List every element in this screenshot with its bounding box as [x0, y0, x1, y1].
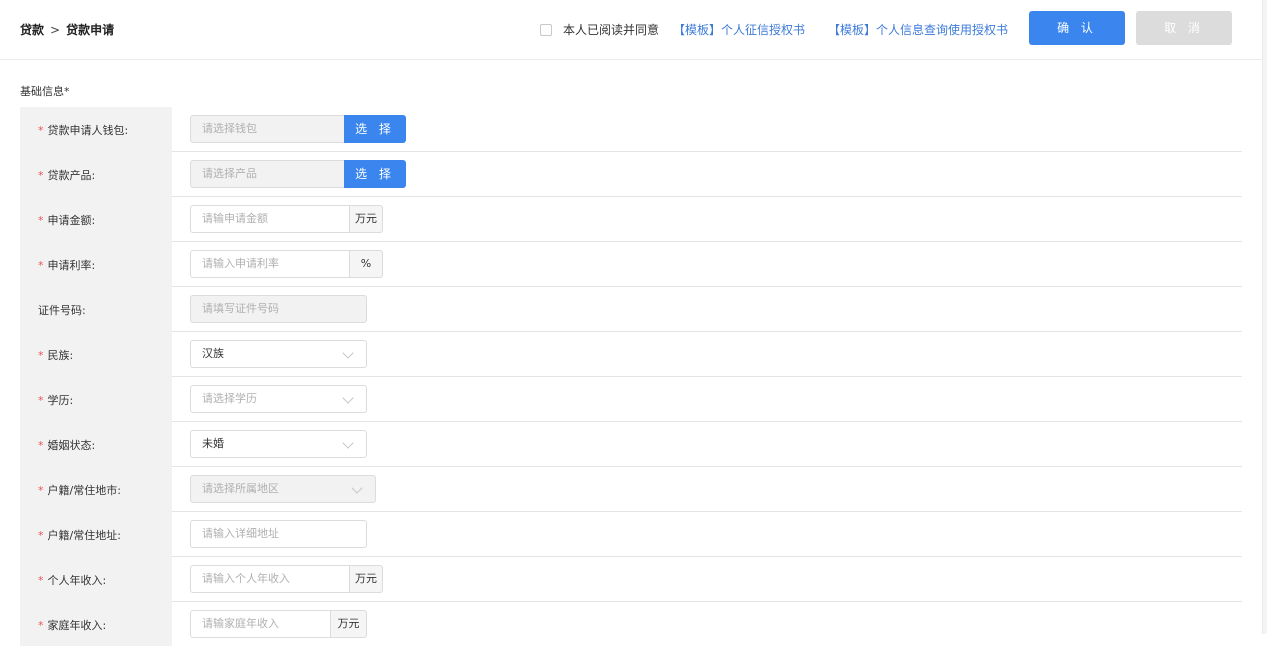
- form-row-family-income: * 家庭年收入: 请输家庭年收入 万元: [20, 602, 1242, 646]
- required-mark: *: [38, 439, 44, 452]
- form-row-rate: * 申请利率: 请输入申请利率 %: [20, 242, 1242, 287]
- required-mark: *: [38, 259, 44, 272]
- rate-input[interactable]: 请输入申请利率: [190, 250, 350, 278]
- agree-text: 本人已阅读并同意: [563, 23, 660, 37]
- amount-label: * 申请金额:: [38, 214, 96, 227]
- address-label: * 户籍/常住地址:: [38, 529, 121, 542]
- id-number-input[interactable]: 请填写证件号码: [190, 295, 367, 323]
- form-row-address: * 户籍/常住地址: 请输入详细地址: [20, 512, 1242, 557]
- top-bar: 贷款 > 贷款申请 本人已阅读并同意 【模板】个人征信授权书 【模板】个人信息查询使…: [0, 0, 1262, 60]
- agreement: 本人已阅读并同意: [540, 21, 659, 38]
- required-mark: *: [38, 529, 44, 542]
- breadcrumb-separator: >: [50, 23, 61, 37]
- product-select-button[interactable]: 选 择: [344, 160, 406, 188]
- marital-select[interactable]: 未婚: [190, 430, 367, 458]
- city-label: * 户籍/常住地市:: [38, 484, 121, 497]
- address-input[interactable]: 请输入详细地址: [190, 520, 367, 548]
- personal-income-unit: 万元: [350, 565, 383, 593]
- breadcrumb: 贷款 > 贷款申请: [20, 21, 114, 38]
- required-mark: *: [38, 394, 44, 407]
- confirm-button[interactable]: 确 认: [1029, 11, 1125, 45]
- marital-label: * 婚姻状态:: [38, 439, 96, 452]
- product-input[interactable]: 请选择产品: [190, 160, 350, 188]
- personal-income-input[interactable]: 请输入个人年收入: [190, 565, 350, 593]
- form-row-city: * 户籍/常住地市: 请选择所属地区: [20, 467, 1242, 512]
- info-auth-link[interactable]: 【模板】个人信息查询使用授权书: [828, 21, 1008, 38]
- education-select[interactable]: 请选择学历: [190, 385, 367, 413]
- form-row-ethnicity: * 民族: 汉族: [20, 332, 1242, 377]
- ethnicity-select[interactable]: 汉族: [190, 340, 367, 368]
- city-select[interactable]: 请选择所属地区: [190, 475, 376, 503]
- id-number-label: 证件号码:: [38, 304, 86, 317]
- section-title: 基础信息*: [20, 85, 70, 98]
- wallet-select-button[interactable]: 选 择: [344, 115, 406, 143]
- form-row-amount: * 申请金额: 请输申请金额 万元: [20, 197, 1242, 242]
- cancel-button[interactable]: 取 消: [1136, 11, 1232, 45]
- required-mark: *: [38, 169, 44, 182]
- personal-income-label: * 个人年收入:: [38, 574, 107, 587]
- required-mark: *: [38, 619, 44, 632]
- amount-input[interactable]: 请输申请金额: [190, 205, 350, 233]
- wallet-label: * 贷款申请人钱包:: [38, 124, 129, 137]
- amount-unit: 万元: [350, 205, 383, 233]
- required-mark: *: [38, 214, 44, 227]
- required-mark: *: [38, 349, 44, 362]
- education-label: * 学历:: [38, 394, 74, 407]
- form-row-product: * 贷款产品: 请选择产品 选 择: [20, 152, 1242, 197]
- form-row-education: * 学历: 请选择学历: [20, 377, 1242, 422]
- form-row-marital: * 婚姻状态: 未婚: [20, 422, 1242, 467]
- form-row-personal-income: * 个人年收入: 请输入个人年收入 万元: [20, 557, 1242, 602]
- form-row-wallet: * 贷款申请人钱包: 请选择钱包 选 择: [20, 107, 1242, 152]
- ethnicity-label: * 民族:: [38, 349, 74, 362]
- agree-checkbox[interactable]: [540, 23, 552, 36]
- wallet-input[interactable]: 请选择钱包: [190, 115, 350, 143]
- product-label: * 贷款产品:: [38, 169, 96, 182]
- credit-auth-link[interactable]: 【模板】个人征信授权书: [673, 21, 805, 38]
- form-row-id-number: 证件号码: 请填写证件号码: [20, 287, 1242, 332]
- loan-form: * 贷款申请人钱包: 请选择钱包 选 择 * 贷款产品: 请选择产品 选 择 * 申请…: [20, 107, 1242, 646]
- required-mark: *: [38, 484, 44, 497]
- required-mark: *: [38, 574, 44, 587]
- rate-label: * 申请利率:: [38, 259, 96, 272]
- scrollbar[interactable]: [1262, 0, 1267, 634]
- required-mark: *: [38, 124, 44, 137]
- breadcrumb-current: 贷款申请: [66, 23, 115, 37]
- family-income-label: * 家庭年收入:: [38, 619, 107, 632]
- breadcrumb-root[interactable]: 贷款: [20, 23, 44, 37]
- rate-unit: %: [350, 250, 383, 278]
